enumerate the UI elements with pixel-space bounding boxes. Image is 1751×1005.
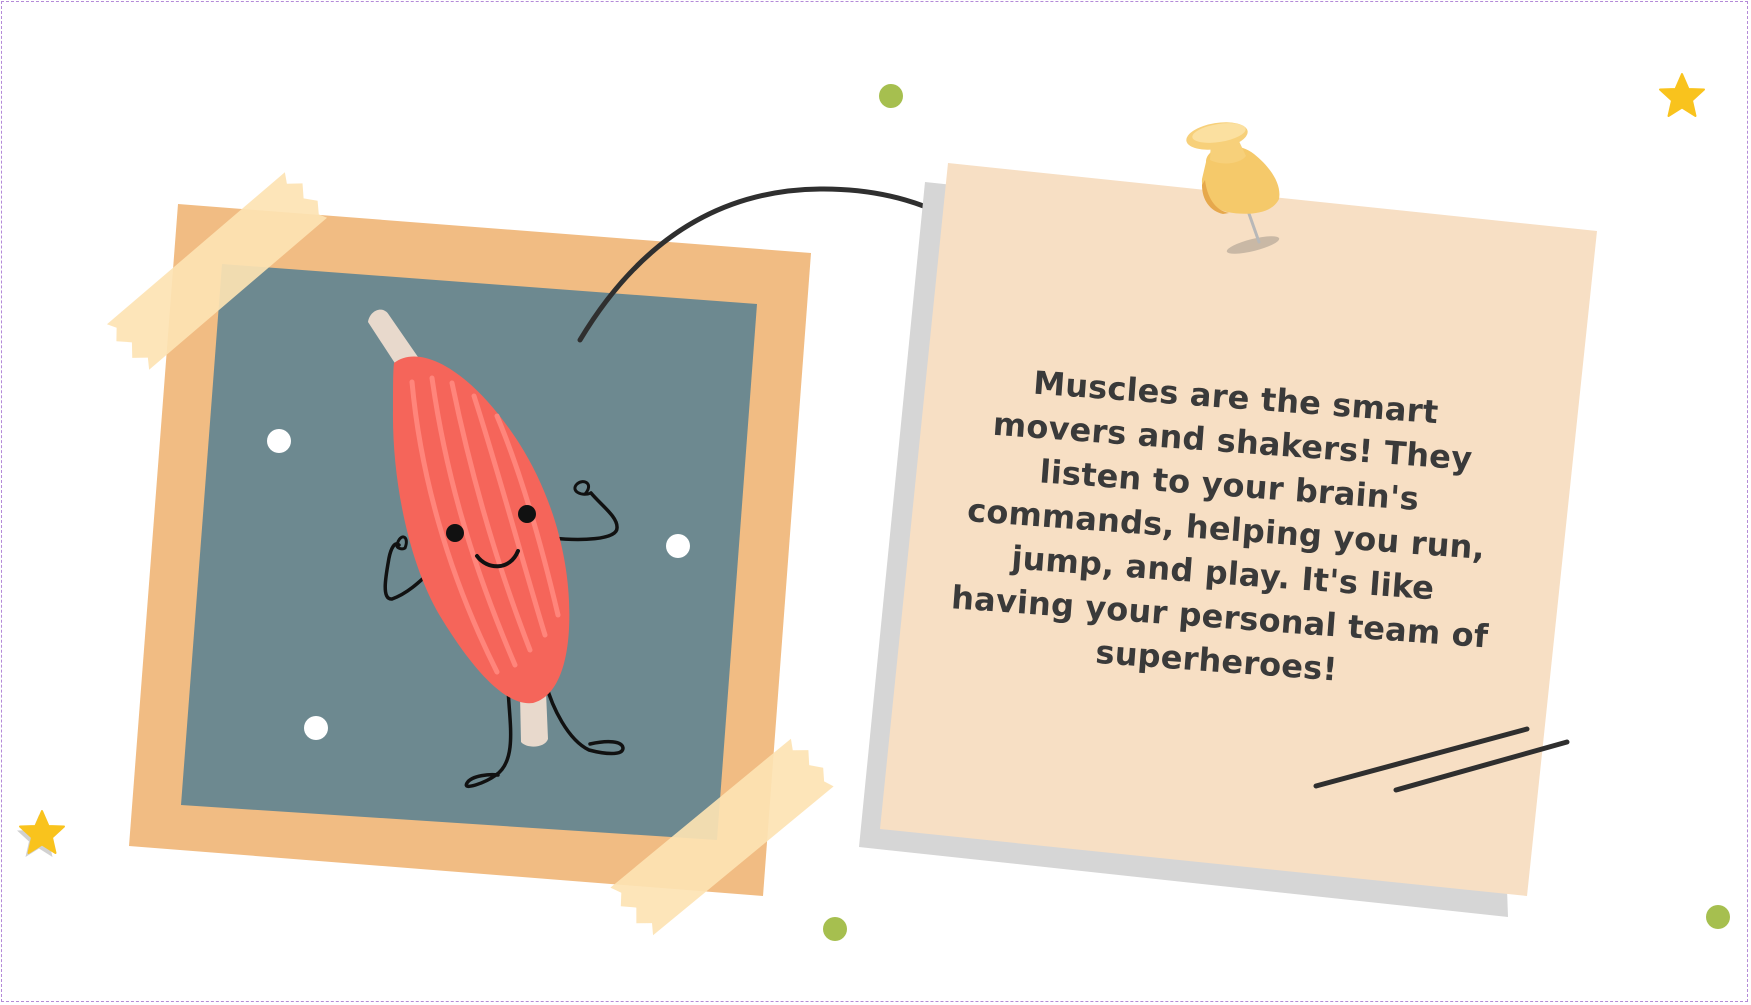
- confetti-dot: [879, 84, 903, 108]
- photo-dot: [666, 534, 690, 558]
- star-icon: [17, 810, 65, 857]
- note-text-container: Muscles are the smart movers and shakers…: [943, 356, 1506, 735]
- confetti-dot: [1706, 905, 1730, 929]
- star-icon: [1659, 73, 1705, 117]
- note-text: Muscles are the smart movers and shakers…: [950, 363, 1490, 689]
- photo-dot: [304, 716, 328, 740]
- confetti-dot: [823, 917, 847, 941]
- photo-dot: [267, 429, 291, 453]
- slide-canvas: Muscles are the smart movers and shakers…: [0, 0, 1751, 1005]
